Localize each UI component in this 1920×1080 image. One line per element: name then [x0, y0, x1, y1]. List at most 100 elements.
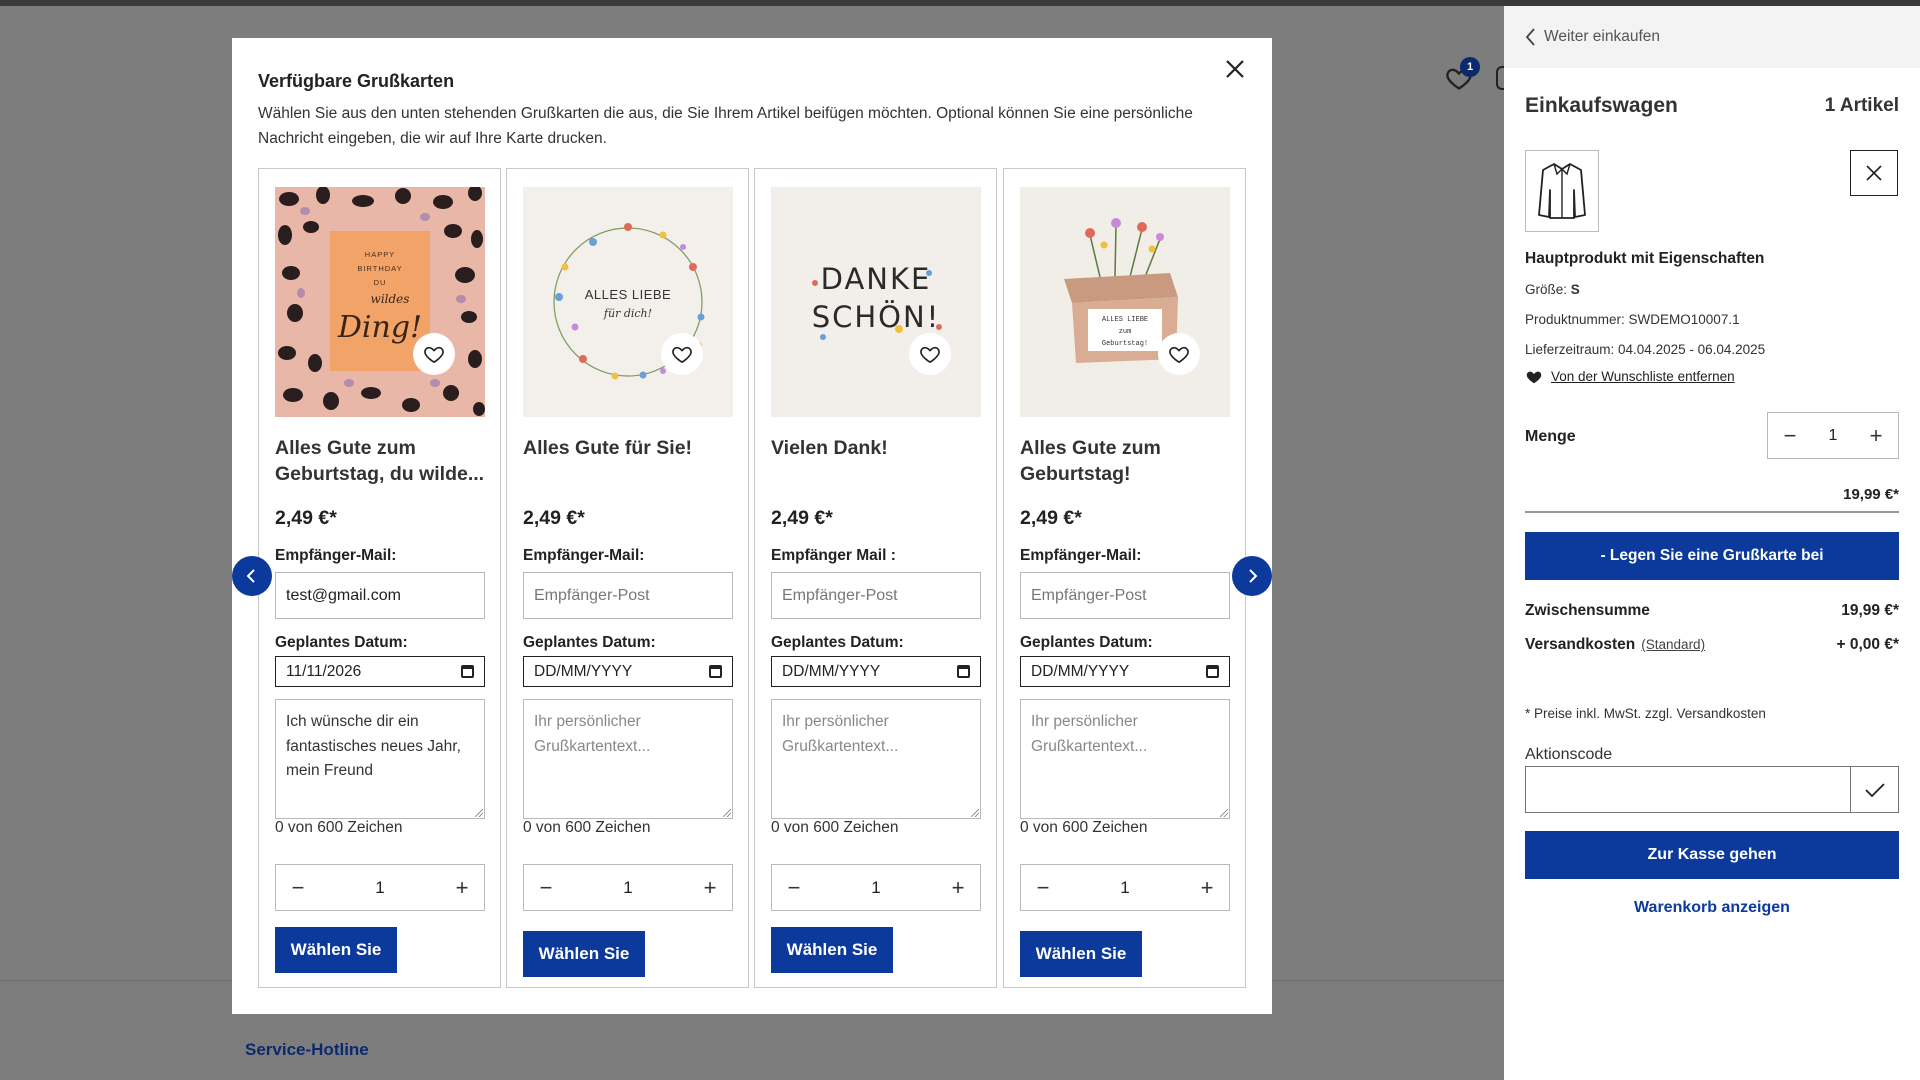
resize-handle[interactable]	[723, 809, 731, 817]
promo-code-input[interactable]	[1525, 766, 1851, 813]
favorite-button[interactable]	[413, 333, 455, 375]
recipient-mail-input[interactable]	[771, 572, 981, 619]
planned-date-input[interactable]: DD/MM/YYYY	[771, 656, 981, 687]
quantity-label: Menge	[1525, 428, 1576, 445]
resize-handle[interactable]	[1220, 809, 1228, 817]
quantity-value[interactable]: 1	[1120, 878, 1129, 898]
heart-outline-icon	[672, 346, 692, 364]
planned-date-input[interactable]: DD/MM/YYYY	[1020, 656, 1230, 687]
shipping-method-link[interactable]: (Standard)	[1641, 637, 1705, 652]
chevron-left-icon	[1526, 28, 1535, 46]
choose-card-button[interactable]: Wählen Sie	[523, 931, 645, 977]
close-icon	[1866, 165, 1882, 181]
card-image-text: wildes	[371, 292, 410, 306]
plus-icon[interactable]: +	[452, 876, 472, 898]
shipping-row: Versandkosten (Standard) + 0,00 €*	[1525, 636, 1899, 654]
calendar-icon[interactable]	[461, 665, 474, 678]
quantity-value[interactable]: 1	[375, 878, 384, 898]
plus-icon[interactable]: +	[948, 876, 968, 898]
plus-icon[interactable]: +	[1866, 424, 1886, 446]
product-name[interactable]: Hauptprodukt mit Eigenschaften	[1525, 250, 1764, 268]
date-value: DD/MM/YYYY	[782, 662, 881, 680]
quantity-value[interactable]: 1	[1829, 427, 1838, 445]
minus-icon[interactable]: −	[288, 876, 308, 898]
add-greeting-card-button[interactable]: - Legen Sie eine Grußkarte bei	[1525, 532, 1899, 580]
greeting-card: HAPPY BIRTHDAY DU wildes Ding! Alles Gut…	[258, 168, 501, 988]
heart-outline-icon	[920, 346, 940, 364]
checkout-button[interactable]: Zur Kasse gehen	[1525, 831, 1899, 879]
plus-icon[interactable]: +	[1197, 876, 1217, 898]
minus-icon[interactable]: −	[1033, 876, 1053, 898]
planned-date-label: Geplantes Datum:	[275, 634, 408, 651]
calendar-icon[interactable]	[957, 665, 970, 678]
continue-shopping-link[interactable]: Weiter einkaufen	[1526, 28, 1660, 46]
message-textarea[interactable]	[771, 699, 981, 819]
recipient-mail-input[interactable]	[275, 572, 485, 619]
service-hotline-link[interactable]: Service-Hotline	[245, 1040, 369, 1060]
favorite-button[interactable]	[1158, 333, 1200, 375]
planned-date-label: Geplantes Datum:	[523, 634, 656, 651]
message-textarea[interactable]	[1020, 699, 1230, 819]
char-counter: 0 von 600 Zeichen	[523, 819, 651, 836]
char-counter: 0 von 600 Zeichen	[1020, 819, 1148, 836]
cart-quantity-stepper: − 1 +	[1767, 412, 1899, 459]
close-icon[interactable]	[1220, 54, 1250, 84]
quantity-value[interactable]: 1	[623, 878, 632, 898]
calendar-icon[interactable]	[709, 665, 722, 678]
card-image-birthday-box[interactable]: ALLES LIEBE zum Geburtstag!	[1020, 187, 1230, 417]
remove-item-button[interactable]	[1850, 150, 1898, 196]
card-image-leopard-birthday[interactable]: HAPPY BIRTHDAY DU wildes Ding!	[275, 187, 485, 417]
date-value: 11/11/2026	[286, 662, 362, 680]
quantity-stepper: − 1 +	[1020, 864, 1230, 911]
apply-promo-button[interactable]	[1850, 766, 1899, 813]
view-cart-link[interactable]: Warenkorb anzeigen	[1525, 899, 1899, 917]
favorite-button[interactable]	[909, 333, 951, 375]
planned-date-input[interactable]: DD/MM/YYYY	[523, 656, 733, 687]
minus-icon[interactable]: −	[1780, 424, 1800, 446]
greeting-card-modal: Verfügbare Grußkarten Wählen Sie aus den…	[232, 38, 1272, 1014]
account-icon[interactable]	[1496, 66, 1504, 90]
subtotal-label: Zwischensumme	[1525, 602, 1650, 619]
minus-icon[interactable]: −	[784, 876, 804, 898]
recipient-mail-input[interactable]	[1020, 572, 1230, 619]
char-counter: 0 von 600 Zeichen	[275, 819, 403, 836]
calendar-icon[interactable]	[1206, 665, 1219, 678]
planned-date-input[interactable]: 11/11/2026	[275, 656, 485, 687]
remove-from-wishlist-link[interactable]: Von der Wunschliste entfernen	[1525, 368, 1735, 384]
checkmark-icon	[1864, 782, 1885, 797]
message-textarea[interactable]	[523, 699, 733, 819]
carousel-next-button[interactable]	[1232, 556, 1272, 596]
product-thumbnail[interactable]	[1525, 150, 1599, 232]
card-image-text: BIRTHDAY	[357, 264, 402, 273]
card-title: Alles Gute zum Geburtstag, du wilde...	[275, 437, 485, 485]
product-number: Produktnummer: SWDEMO10007.1	[1525, 312, 1740, 327]
card-image-danke-schoen[interactable]: DANKE SCHÖN!	[771, 187, 981, 417]
resize-handle[interactable]	[971, 809, 979, 817]
product-size: Größe: S	[1525, 282, 1580, 297]
choose-card-button[interactable]: Wählen Sie	[771, 927, 893, 973]
date-value: DD/MM/YYYY	[534, 662, 633, 680]
date-value: DD/MM/YYYY	[1031, 662, 1130, 680]
quantity-stepper: − 1 +	[275, 864, 485, 911]
message-textarea[interactable]: Ich wünsche dir ein fantastisches neues …	[275, 699, 485, 819]
choose-card-button[interactable]: Wählen Sie	[1020, 931, 1142, 977]
choose-card-button[interactable]: Wählen Sie	[275, 927, 397, 973]
planned-date-label: Geplantes Datum:	[771, 634, 904, 651]
minus-icon[interactable]: −	[536, 876, 556, 898]
card-image-text: Geburtstag!	[1102, 340, 1148, 348]
remove-from-wishlist-label: Von der Wunschliste entfernen	[1551, 368, 1735, 384]
card-image-text: DANKE	[821, 262, 932, 296]
heart-outline-icon	[1169, 346, 1189, 364]
card-image-flower-wreath[interactable]: ALLES LIEBE für dich!	[523, 187, 733, 417]
quantity-value[interactable]: 1	[871, 878, 880, 898]
resize-handle[interactable]	[475, 809, 483, 817]
carousel-prev-button[interactable]	[232, 556, 272, 596]
recipient-mail-label: Empfänger-Mail:	[1020, 547, 1142, 564]
greeting-card: DANKE SCHÖN! Vielen Dank! 2,49 €* Empfän…	[754, 168, 997, 988]
card-price: 2,49 €*	[523, 507, 585, 529]
favorite-button[interactable]	[661, 333, 703, 375]
greeting-card: ALLES LIEBE für dich! Alles Gute für Sie…	[506, 168, 749, 988]
plus-icon[interactable]: +	[700, 876, 720, 898]
recipient-mail-input[interactable]	[523, 572, 733, 619]
divider	[1525, 511, 1899, 513]
